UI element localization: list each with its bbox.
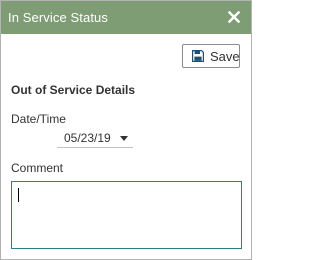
comment-label: Comment <box>11 161 64 175</box>
close-button[interactable] <box>222 5 246 29</box>
datetime-picker[interactable]: 05/23/19 <box>57 129 133 148</box>
save-icon <box>192 50 204 62</box>
datetime-value: 05/23/19 <box>64 131 111 145</box>
comment-textarea[interactable] <box>11 181 242 249</box>
section-heading: Out of Service Details <box>11 83 136 97</box>
save-button[interactable]: Save <box>182 44 240 68</box>
dialog-titlebar: In Service Status <box>1 1 251 34</box>
save-label: Save <box>210 49 240 64</box>
dialog-title: In Service Status <box>8 10 108 25</box>
text-caret <box>18 188 19 202</box>
close-icon <box>228 11 240 23</box>
in-service-status-dialog: In Service Status Save Out of Service De… <box>0 0 252 260</box>
datetime-label: Date/Time <box>11 112 66 126</box>
chevron-down-icon <box>120 136 128 141</box>
